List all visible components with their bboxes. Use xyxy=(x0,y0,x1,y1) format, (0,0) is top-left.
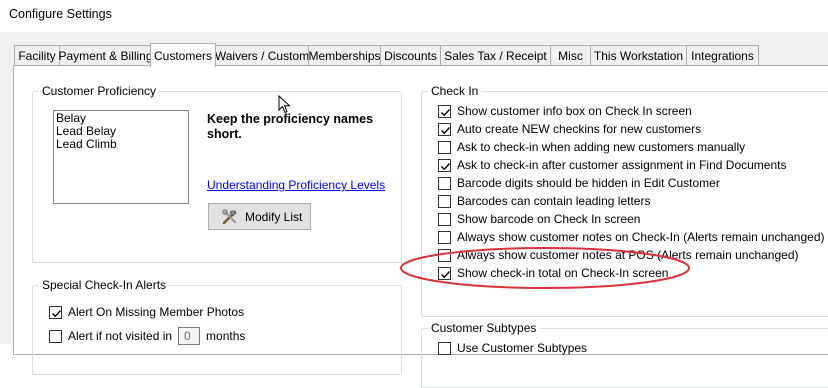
checkin-group: Check In Show customer info box on Check… xyxy=(421,84,828,317)
dialog-client-area: Facility Payment & Billing Customers Wai… xyxy=(0,32,828,388)
option-label: Barcodes can contain leading letters xyxy=(457,194,651,208)
checkin-option[interactable]: Ask to check-in after customer assignmen… xyxy=(438,156,786,174)
checkin-option[interactable]: Show check-in total on Check-In screen xyxy=(438,264,668,282)
checkin-option[interactable]: Auto create NEW checkins for new custome… xyxy=(438,120,701,138)
tab-payment-billing[interactable]: Payment & Billing xyxy=(58,45,153,66)
checkbox[interactable] xyxy=(49,329,62,343)
checkin-option[interactable]: Ask to check-in when adding new customer… xyxy=(438,138,745,156)
months-input[interactable]: 0 xyxy=(178,327,201,345)
checkbox[interactable] xyxy=(438,122,451,136)
option-label: Ask to check-in when adding new customer… xyxy=(457,140,746,154)
alert-missing-photos-option[interactable]: Alert On Missing Member Photos xyxy=(49,303,244,321)
checkbox[interactable] xyxy=(438,230,451,244)
checkbox[interactable] xyxy=(438,266,451,280)
tab-sales-tax-receipt[interactable]: Sales Tax / Receipt xyxy=(440,45,551,66)
option-label: Always show customer notes at POS (Alert… xyxy=(457,248,799,262)
option-label: Ask to check-in after customer assignmen… xyxy=(457,158,787,172)
customer-subtypes-title: Customer Subtypes xyxy=(428,321,540,335)
option-label: Barcode digits should be hidden in Edit … xyxy=(457,176,720,190)
special-alerts-title: Special Check-In Alerts xyxy=(39,278,170,292)
checkin-option[interactable]: Barcode digits should be hidden in Edit … xyxy=(438,174,720,192)
checkin-option[interactable]: Always show customer notes at POS (Alert… xyxy=(438,246,798,264)
checkbox[interactable] xyxy=(438,104,451,118)
checkin-title: Check In xyxy=(428,84,482,98)
proficiency-hint: Keep the proficiency names short. xyxy=(207,112,374,141)
checkbox[interactable] xyxy=(438,194,451,208)
modify-list-label: Modify List xyxy=(245,209,303,224)
tools-icon xyxy=(221,208,239,226)
modify-list-button[interactable]: Modify List xyxy=(208,203,311,230)
customers-tab-panel: Customer Proficiency Belay Lead Belay Le… xyxy=(13,65,828,388)
window-title: Configure Settings xyxy=(0,0,828,32)
checkin-option[interactable]: Always show customer notes on Check-In (… xyxy=(438,228,825,246)
alert-not-visited-option[interactable]: Alert if not visited in 0 months xyxy=(49,327,245,345)
tab-discounts[interactable]: Discounts xyxy=(380,45,441,66)
understanding-proficiency-link[interactable]: Understanding Proficiency Levels xyxy=(207,178,385,192)
tab-customers[interactable]: Customers xyxy=(150,43,216,67)
checkbox[interactable] xyxy=(438,341,451,355)
tab-integrations[interactable]: Integrations xyxy=(686,45,759,66)
tab-misc[interactable]: Misc xyxy=(550,45,591,66)
checkin-option[interactable]: Show barcode on Check In screen xyxy=(438,210,640,228)
option-label: Alert if not visited in xyxy=(68,329,173,343)
mouse-cursor-icon xyxy=(278,94,292,118)
option-label: Auto create NEW checkins for new custome… xyxy=(457,122,702,136)
checkin-option[interactable]: Show customer info box on Check In scree… xyxy=(438,102,692,120)
checkbox[interactable] xyxy=(438,212,451,226)
checkbox[interactable] xyxy=(438,140,451,154)
proficiency-listbox[interactable]: Belay Lead Belay Lead Climb xyxy=(53,110,189,204)
checkin-option[interactable]: Barcodes can contain leading letters xyxy=(438,192,650,210)
use-customer-subtypes-option[interactable]: Use Customer Subtypes xyxy=(438,339,587,357)
customer-subtypes-group: Customer Subtypes Use Customer Subtypes xyxy=(421,321,828,388)
months-label: months xyxy=(206,329,246,343)
tab-memberships[interactable]: Memberships xyxy=(308,45,381,66)
checkbox[interactable] xyxy=(438,176,451,190)
option-label: Show check-in total on Check-In screen xyxy=(457,266,669,280)
option-label: Alert On Missing Member Photos xyxy=(68,305,245,319)
option-label: Show customer info box on Check In scree… xyxy=(457,104,692,118)
special-checkin-alerts-group: Special Check-In Alerts Alert On Missing… xyxy=(32,278,402,375)
checkbox[interactable] xyxy=(438,248,451,262)
option-label: Show barcode on Check In screen xyxy=(457,212,641,226)
list-item[interactable]: Lead Climb xyxy=(56,138,186,151)
tab-waivers-custom[interactable]: Waivers / Custom xyxy=(215,45,309,66)
option-label: Use Customer Subtypes xyxy=(457,341,588,355)
checkbox[interactable] xyxy=(49,305,62,319)
customer-proficiency-group: Customer Proficiency Belay Lead Belay Le… xyxy=(32,84,402,263)
checkbox[interactable] xyxy=(438,158,451,172)
option-label: Always show customer notes on Check-In (… xyxy=(457,230,825,244)
tab-this-workstation[interactable]: This Workstation xyxy=(590,45,687,66)
tab-facility[interactable]: Facility xyxy=(14,45,60,66)
customer-proficiency-title: Customer Proficiency xyxy=(39,84,160,98)
